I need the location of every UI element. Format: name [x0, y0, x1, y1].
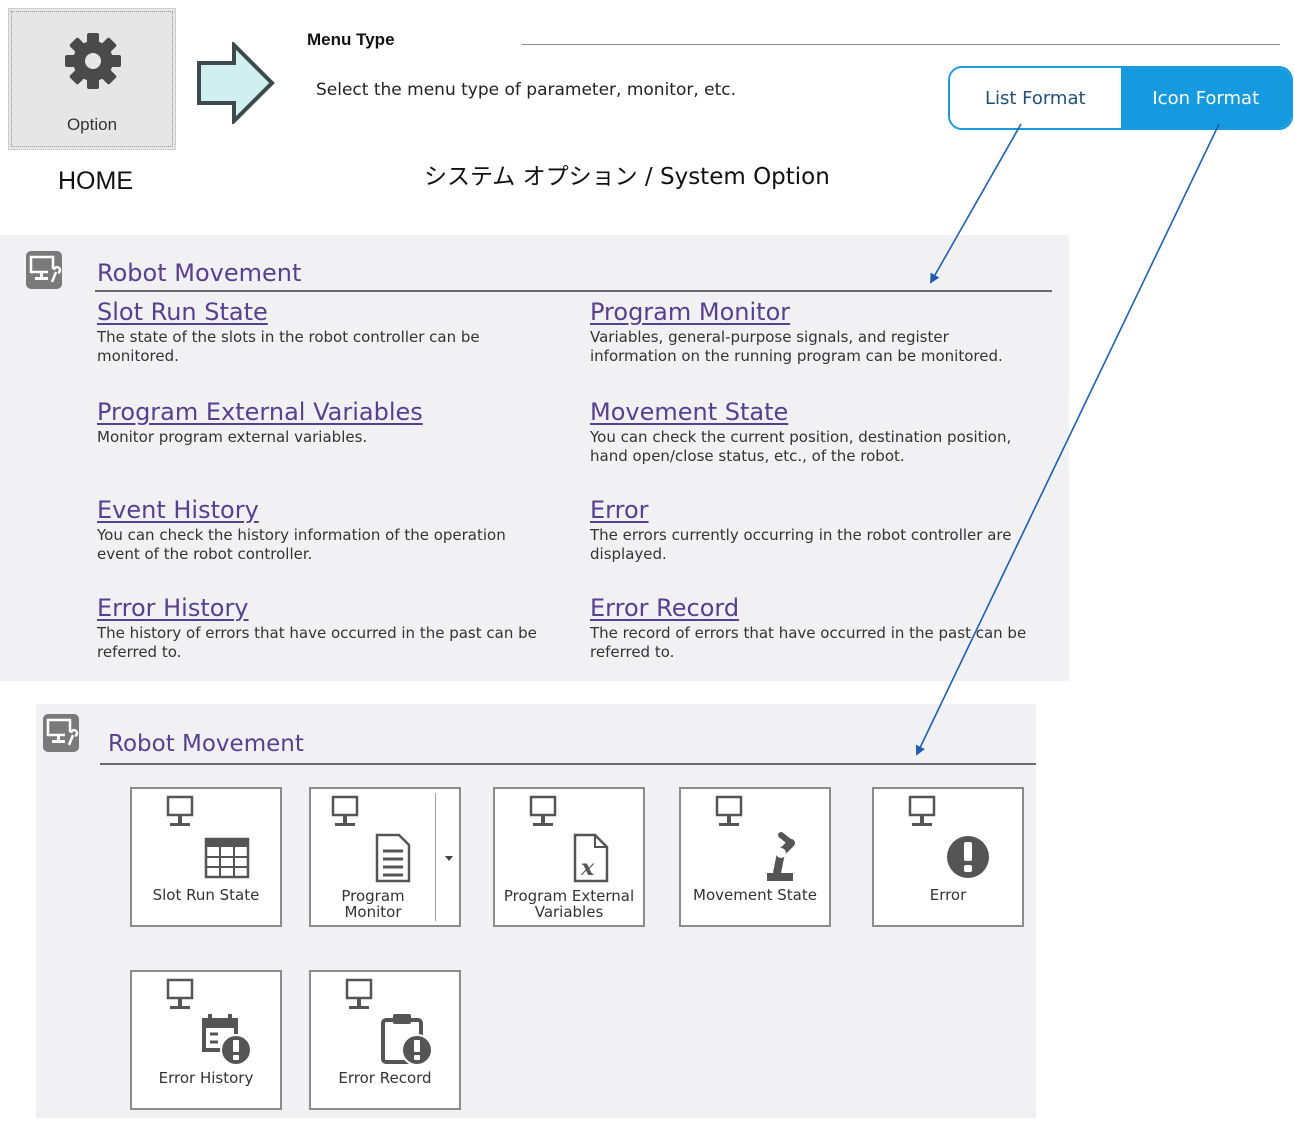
- movement-state-desc: You can check the current position, dest…: [590, 428, 1012, 465]
- error-icon: [908, 795, 989, 878]
- table-icon: [166, 795, 250, 879]
- program-monitor-link[interactable]: Program Monitor: [590, 298, 790, 326]
- list-section-title: Robot Movement: [97, 259, 302, 287]
- list-item-slot-run-state: Slot Run State The state of the slots in…: [97, 298, 557, 366]
- slot-run-state-desc: The state of the slots in the robot cont…: [97, 328, 480, 365]
- error-history-tile-label: Error History: [158, 1069, 254, 1087]
- program-external-variables-tile-label: Program External Variables: [503, 887, 635, 921]
- list-item-error-record: Error Record The record of errors that h…: [590, 594, 1030, 662]
- icon-format-panel: Robot Movement Slot Run State Program Mo…: [36, 704, 1036, 1118]
- program-monitor-tile[interactable]: Program Monitor: [309, 787, 461, 927]
- slot-run-state-link[interactable]: Slot Run State: [97, 298, 268, 326]
- system-option-caption: システム オプション / System Option: [424, 164, 830, 190]
- right-arrow-icon: [197, 42, 275, 124]
- error-link[interactable]: Error: [590, 496, 649, 524]
- variable-file-icon: x: [529, 795, 609, 883]
- option-tile-label: Option: [66, 115, 118, 134]
- svg-text:x: x: [580, 855, 595, 881]
- list-format-option[interactable]: List Format: [950, 68, 1121, 128]
- icon-format-option[interactable]: Icon Format: [1120, 68, 1291, 128]
- list-item-movement-state: Movement State You can check the current…: [590, 398, 1040, 466]
- clipboard-error-icon: [345, 978, 433, 1066]
- gear-icon: [65, 33, 121, 89]
- list-item-event-history: Event History You can check the history …: [97, 496, 517, 564]
- monitor-wrench-icon: [26, 251, 62, 289]
- error-record-desc: The record of errors that have occurred …: [590, 624, 1027, 661]
- program-external-variables-desc: Monitor program external variables.: [97, 428, 368, 446]
- document-icon: [331, 795, 411, 883]
- movement-state-link[interactable]: Movement State: [590, 398, 788, 426]
- menu-type-title: Menu Type: [307, 30, 395, 49]
- menu-type-description: Select the menu type of parameter, monit…: [316, 80, 737, 100]
- movement-state-tile[interactable]: Movement State: [679, 787, 831, 927]
- program-external-variables-link[interactable]: Program External Variables: [97, 398, 423, 426]
- home-caption: HOME: [58, 167, 133, 195]
- error-record-link[interactable]: Error Record: [590, 594, 739, 622]
- list-item-error: Error The errors currently occurring in …: [590, 496, 1040, 564]
- list-item-program-external-variables: Program External Variables Monitor progr…: [97, 398, 557, 447]
- list-item-error-history: Error History The history of errors that…: [97, 594, 537, 662]
- robot-arm-icon: [715, 795, 795, 881]
- event-history-link[interactable]: Event History: [97, 496, 259, 524]
- option-tile[interactable]: Option: [8, 8, 176, 150]
- slot-run-state-tile[interactable]: Slot Run State: [130, 787, 282, 927]
- error-history-link[interactable]: Error History: [97, 594, 249, 622]
- program-monitor-tile-label: Program Monitor: [341, 887, 405, 921]
- event-history-desc: You can check the history information of…: [97, 526, 506, 563]
- error-tile-label: Error: [929, 886, 967, 904]
- list-item-program-monitor: Program Monitor Variables, general-purpo…: [590, 298, 1040, 366]
- list-format-panel: Robot Movement Slot Run State The state …: [0, 235, 1069, 681]
- chevron-down-icon[interactable]: [445, 856, 453, 861]
- monitor-wrench-icon: [43, 714, 79, 752]
- icon-section-divider: [100, 763, 1036, 765]
- error-history-tile[interactable]: Error History: [130, 970, 282, 1110]
- menu-format-toggle: List Format Icon Format: [948, 66, 1293, 130]
- calendar-error-icon: [166, 978, 252, 1066]
- program-external-variables-tile[interactable]: x Program External Variables: [493, 787, 645, 927]
- error-record-tile[interactable]: Error Record: [309, 970, 461, 1110]
- menu-type-divider: [522, 44, 1280, 45]
- icon-section-title: Robot Movement: [108, 731, 304, 757]
- error-tile[interactable]: Error: [872, 787, 1024, 927]
- error-record-tile-label: Error Record: [338, 1069, 432, 1087]
- error-desc: The errors currently occurring in the ro…: [590, 526, 1012, 563]
- dropdown-divider: [435, 793, 436, 921]
- movement-state-tile-label: Movement State: [693, 886, 817, 904]
- program-monitor-desc: Variables, general-purpose signals, and …: [590, 328, 1003, 365]
- error-history-desc: The history of errors that have occurred…: [97, 624, 537, 661]
- list-section-divider: [95, 290, 1052, 292]
- slot-run-state-tile-label: Slot Run State: [152, 886, 260, 904]
